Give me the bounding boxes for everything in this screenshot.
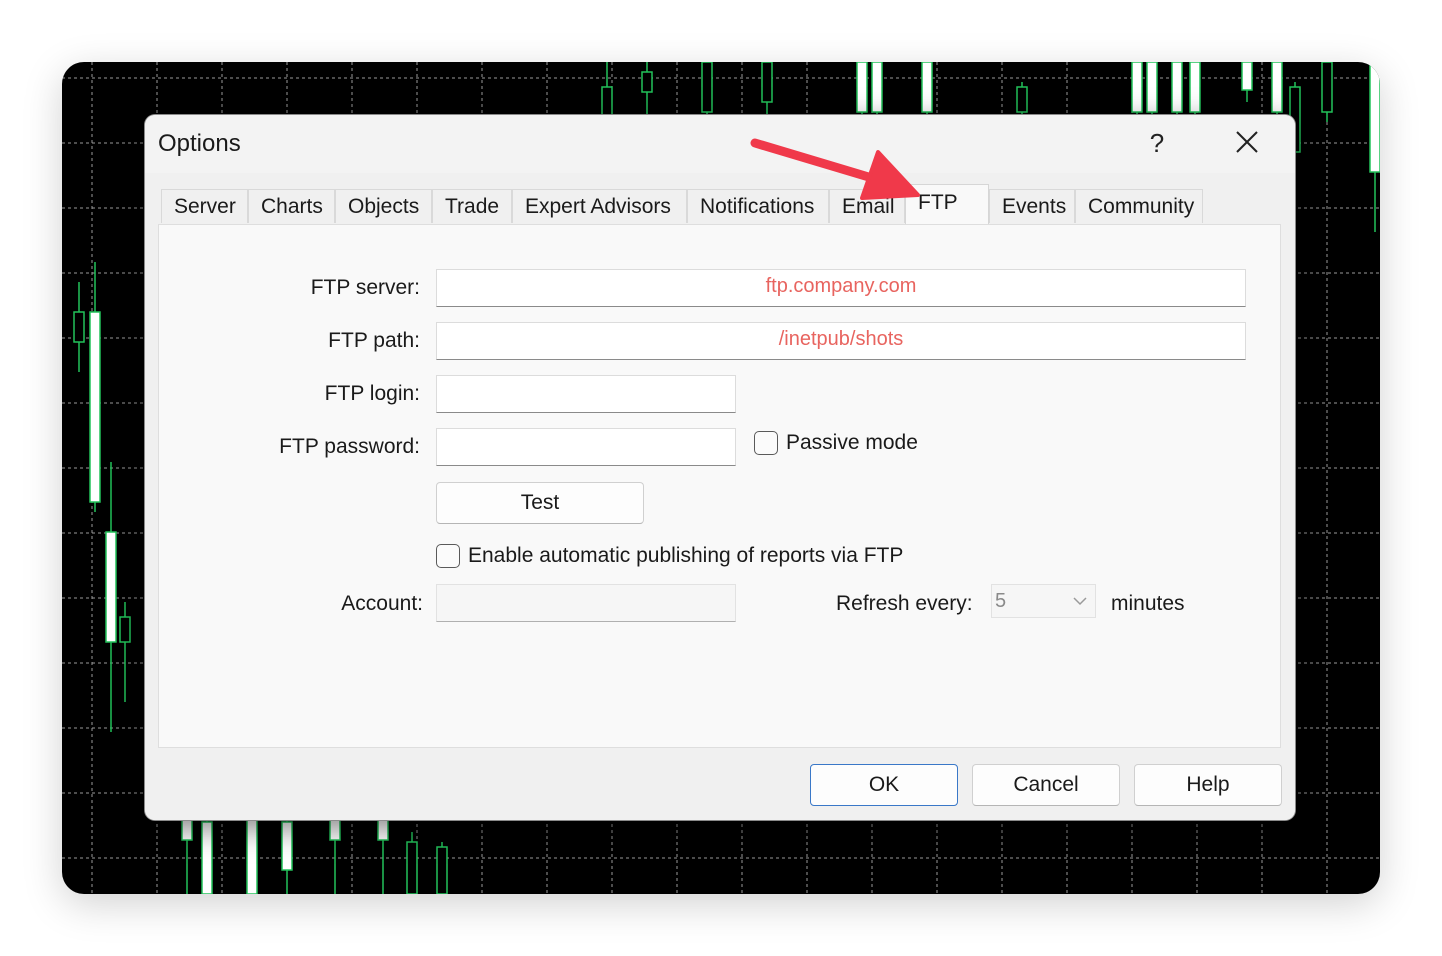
tab-expert-advisors[interactable]: Expert Advisors <box>512 189 687 223</box>
ftp-login-input[interactable] <box>436 375 736 413</box>
refresh-interval-select[interactable]: 5 <box>991 584 1096 618</box>
tab-notifications[interactable]: Notifications <box>687 189 829 223</box>
ftp-server-input[interactable]: ftp.company.com <box>436 269 1246 307</box>
tab-events[interactable]: Events <box>989 189 1075 223</box>
tab-community[interactable]: Community <box>1075 189 1203 223</box>
tab-ftp[interactable]: FTP <box>905 184 989 224</box>
refresh-interval-value: 5 <box>995 590 1007 612</box>
ftp-login-label: FTP login: <box>324 382 420 405</box>
enable-publishing-checkbox[interactable] <box>436 544 460 568</box>
ftp-password-label: FTP password: <box>279 435 420 458</box>
passive-mode-checkbox[interactable] <box>754 431 778 455</box>
dialog-footer: OK Cancel Help <box>145 748 1295 820</box>
ftp-path-label: FTP path: <box>328 329 420 352</box>
ftp-path-input[interactable]: /inetpub/shots <box>436 322 1246 360</box>
tab-charts[interactable]: Charts <box>248 189 335 223</box>
minutes-label: minutes <box>1111 592 1185 615</box>
passive-mode-label: Passive mode <box>786 431 918 454</box>
dialog-title: Options <box>158 130 241 157</box>
refresh-every-label: Refresh every: <box>836 592 973 615</box>
title-bar: Options ? <box>145 115 1295 173</box>
tab-email[interactable]: Email <box>829 189 905 223</box>
ok-button[interactable]: OK <box>810 764 958 806</box>
enable-publishing-label: Enable automatic publishing of reports v… <box>468 544 904 567</box>
tab-server[interactable]: Server <box>161 189 248 223</box>
ftp-password-input[interactable] <box>436 428 736 466</box>
tab-objects[interactable]: Objects <box>335 189 432 223</box>
ftp-server-label: FTP server: <box>310 276 420 299</box>
ftp-panel: FTP server: ftp.company.com FTP path: /i… <box>158 224 1281 748</box>
test-button[interactable]: Test <box>436 482 644 524</box>
options-dialog: Options ? Server Charts Objects Trade Ex… <box>145 115 1295 820</box>
account-label: Account: <box>341 592 423 615</box>
tab-trade[interactable]: Trade <box>432 189 512 223</box>
close-icon[interactable] <box>1227 123 1267 163</box>
help-button[interactable]: Help <box>1134 764 1282 806</box>
cancel-button[interactable]: Cancel <box>972 764 1120 806</box>
account-input[interactable] <box>436 584 736 622</box>
help-icon[interactable]: ? <box>1145 123 1169 163</box>
chevron-down-icon <box>1073 597 1087 606</box>
